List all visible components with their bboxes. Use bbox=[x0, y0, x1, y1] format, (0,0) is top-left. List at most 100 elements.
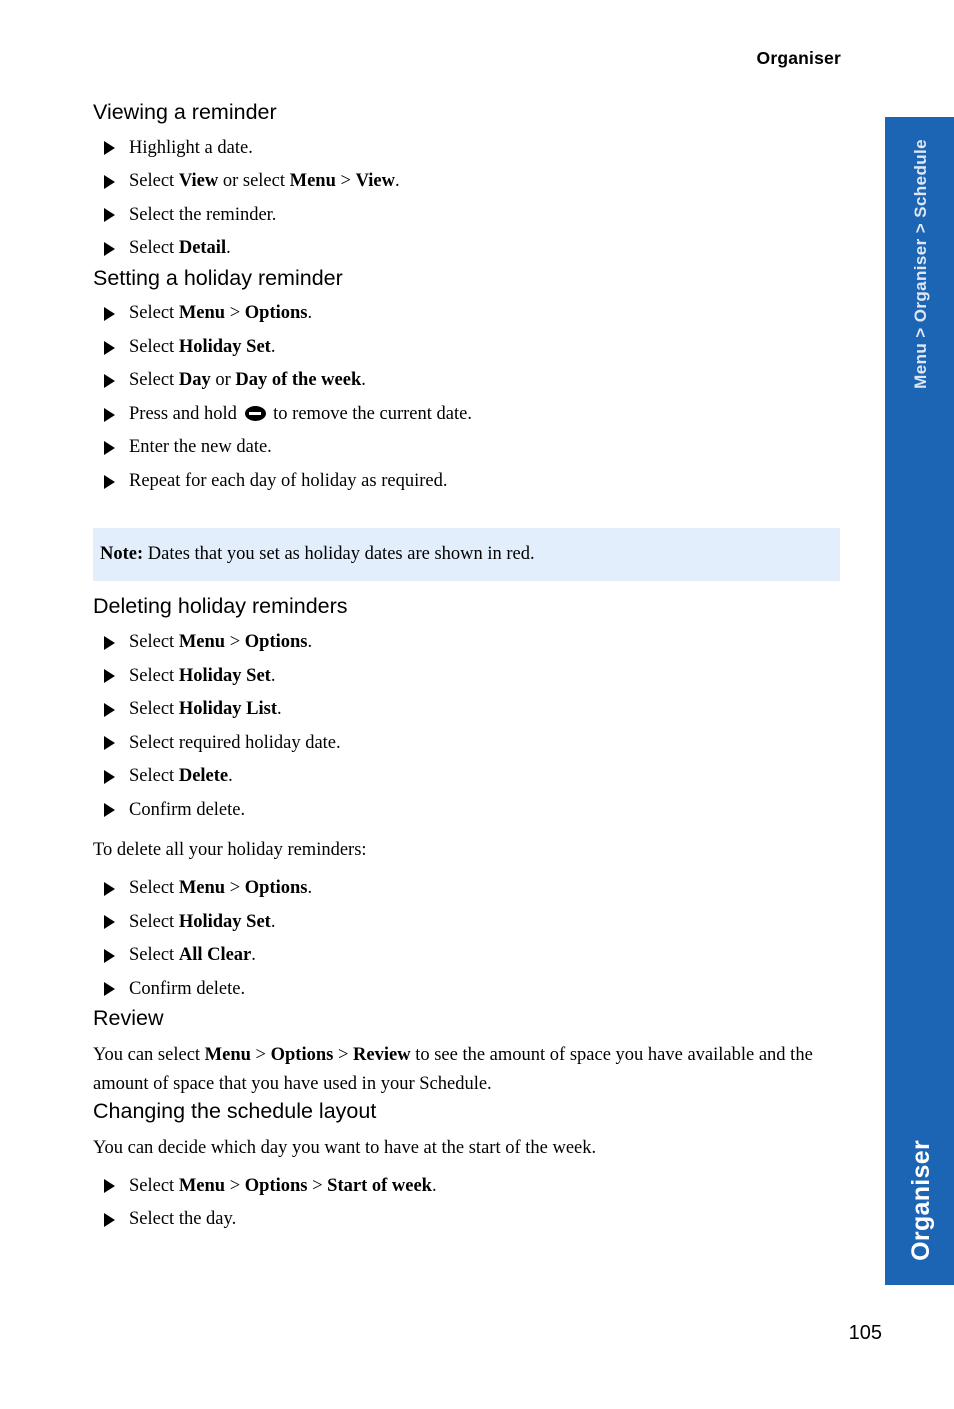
step-list-deleting-all-holidays: Select Menu > Options. Select Holiday Set… bbox=[93, 872, 841, 1006]
emphasis-term: Menu bbox=[178, 632, 226, 653]
bullet-arrow-icon bbox=[104, 307, 115, 322]
step-text: Confirm delete. bbox=[129, 978, 246, 999]
step-list-deleting-holiday: Select Menu > Options. Select Holiday Set… bbox=[93, 626, 841, 827]
review-paragraph: You can select Menu > Options > Review t… bbox=[93, 1044, 813, 1094]
bullet-arrow-icon bbox=[104, 635, 115, 650]
note-text: Note: Dates that you set as holiday date… bbox=[93, 528, 840, 581]
step-text: Select Holiday Set. bbox=[129, 911, 276, 932]
emphasis-term: Delete bbox=[178, 766, 229, 787]
sidebar-breadcrumb: Menu > Organiser > Schedule bbox=[910, 139, 930, 389]
step-item-menu-options: Select Menu > Options. bbox=[93, 297, 841, 331]
step-list-viewing-reminder: Highlight a date. Select View or select M… bbox=[93, 132, 841, 266]
step-text: Select Holiday List. bbox=[129, 699, 282, 720]
emphasis-term: Start of week bbox=[327, 1175, 432, 1196]
bullet-arrow-icon bbox=[104, 374, 115, 389]
step-item-select-the-day: Select the day. bbox=[93, 1203, 841, 1237]
step-item-select-detail: Select Detail. bbox=[93, 232, 841, 266]
bullet-arrow-icon bbox=[104, 241, 115, 256]
step-list-setting-holiday: Select Menu > Options. Select Holiday Set… bbox=[93, 297, 841, 498]
emphasis-term: Holiday List bbox=[178, 699, 278, 720]
bullet-arrow-icon bbox=[104, 702, 115, 717]
step-item-repeat-each-day: Repeat for each day of holiday as requir… bbox=[93, 465, 841, 499]
step-text: Confirm delete. bbox=[129, 799, 246, 820]
bullet-arrow-icon bbox=[104, 982, 115, 997]
step-text: Select Day or Day of the week. bbox=[129, 370, 366, 391]
bullet-arrow-icon bbox=[104, 915, 115, 930]
emphasis-term: Day of the week bbox=[235, 370, 362, 391]
emphasis-term: Menu bbox=[178, 1175, 226, 1196]
step-text: Select Delete. bbox=[129, 766, 233, 787]
bullet-arrow-icon bbox=[104, 948, 115, 963]
emphasis-term: View bbox=[355, 171, 395, 192]
emphasis-term: Options bbox=[270, 1044, 334, 1065]
step-text: Select Holiday Set. bbox=[129, 665, 276, 686]
step-text: Enter the new date. bbox=[129, 437, 272, 458]
emphasis-term: Menu bbox=[204, 1044, 251, 1065]
step-item-select-delete: Select Delete. bbox=[93, 760, 841, 794]
emphasis-term: Menu bbox=[178, 878, 226, 899]
emphasis-term: Review bbox=[353, 1044, 411, 1065]
step-text: Select Holiday Set. bbox=[129, 336, 276, 357]
bullet-arrow-icon bbox=[104, 141, 115, 156]
sidebar-category-label: Organiser bbox=[906, 1140, 935, 1261]
main-content: Viewing a reminder Highlight a date. Sele… bbox=[93, 100, 841, 1237]
step-item-day-or-day-of-week: Select Day or Day of the week. bbox=[93, 364, 841, 398]
bullet-arrow-icon bbox=[104, 736, 115, 751]
note-callout: Note: Dates that you set as holiday date… bbox=[93, 528, 840, 581]
bullet-arrow-icon bbox=[104, 174, 115, 189]
delete-all-intro-text: To delete all your holiday reminders: bbox=[93, 840, 367, 861]
bullet-arrow-icon bbox=[104, 1212, 115, 1227]
step-item-select-required-date: Select required holiday date. bbox=[93, 727, 841, 761]
step-text: Select View or select Menu > View. bbox=[129, 171, 400, 192]
emphasis-term: Detail bbox=[178, 238, 227, 259]
step-text: Select required holiday date. bbox=[129, 732, 341, 753]
step-item-enter-new-date: Enter the new date. bbox=[93, 431, 841, 465]
step-text: Press and hold to remove the current dat… bbox=[129, 403, 472, 424]
bullet-arrow-icon bbox=[104, 803, 115, 818]
bullet-arrow-icon bbox=[104, 208, 115, 223]
emphasis-term: Options bbox=[244, 303, 308, 324]
step-text: Select the day. bbox=[129, 1209, 237, 1230]
page-header: Organiser bbox=[756, 48, 841, 68]
step-item-menu-options: Select Menu > Options. bbox=[93, 872, 841, 906]
step-text: Select Detail. bbox=[129, 238, 231, 259]
bullet-arrow-icon bbox=[104, 669, 115, 684]
step-item-select-reminder: Select the reminder. bbox=[93, 199, 841, 233]
step-text: Highlight a date. bbox=[129, 137, 253, 158]
note-body: Dates that you set as holiday dates are … bbox=[143, 544, 535, 564]
schedule-layout-paragraph: You can decide which day you want to hav… bbox=[93, 1137, 597, 1158]
step-text: Select Menu > Options > Start of week. bbox=[129, 1175, 437, 1196]
step-item-start-of-week: Select Menu > Options > Start of week. bbox=[93, 1170, 841, 1204]
bullet-arrow-icon bbox=[104, 1179, 115, 1194]
emphasis-term: Holiday Set bbox=[178, 911, 271, 932]
emphasis-term: Options bbox=[244, 1175, 308, 1196]
step-text: Select Menu > Options. bbox=[129, 878, 313, 899]
section-heading-deleting-holiday: Deleting holiday reminders bbox=[93, 594, 348, 619]
section-heading-viewing-reminder: Viewing a reminder bbox=[93, 100, 277, 124]
note-label: Note: bbox=[100, 544, 144, 564]
step-text: Repeat for each day of holiday as requir… bbox=[129, 470, 448, 491]
step-item-holiday-set: Select Holiday Set. bbox=[93, 331, 841, 365]
bullet-arrow-icon bbox=[104, 474, 115, 489]
step-text: Select the reminder. bbox=[129, 204, 277, 225]
emphasis-term: Holiday Set bbox=[178, 665, 271, 686]
step-item-highlight-date: Highlight a date. bbox=[93, 132, 841, 166]
emphasis-term: All Clear bbox=[178, 945, 252, 966]
step-item-confirm-delete: Confirm delete. bbox=[93, 973, 841, 1007]
bullet-arrow-icon bbox=[104, 769, 115, 784]
emphasis-term: Menu bbox=[289, 171, 336, 192]
step-item-menu-options: Select Menu > Options. bbox=[93, 626, 841, 660]
side-tab: Menu > Organiser > Schedule Organiser bbox=[885, 117, 954, 1285]
step-item-holiday-set: Select Holiday Set. bbox=[93, 660, 841, 694]
bullet-arrow-icon bbox=[104, 881, 115, 896]
emphasis-term: Options bbox=[244, 632, 308, 653]
step-item-select-view: Select View or select Menu > View. bbox=[93, 165, 841, 199]
emphasis-term: Day bbox=[178, 370, 211, 391]
section-heading-review: Review bbox=[93, 1006, 164, 1031]
bullet-arrow-icon bbox=[104, 340, 115, 355]
bullet-arrow-icon bbox=[104, 407, 115, 422]
emphasis-term: Holiday Set bbox=[178, 336, 271, 357]
step-text: Select Menu > Options. bbox=[129, 303, 313, 324]
clear-key-icon bbox=[244, 405, 266, 421]
emphasis-term: View bbox=[178, 171, 219, 192]
